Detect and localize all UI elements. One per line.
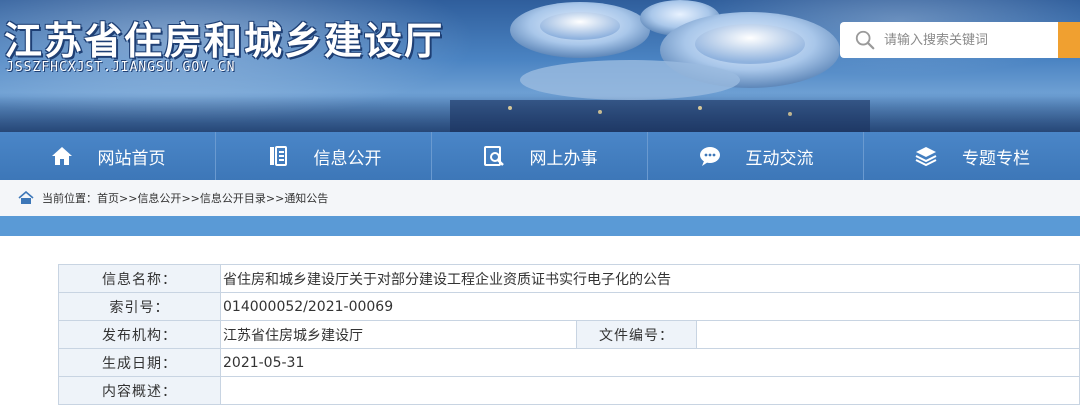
table-row: 生成日期： 2021-05-31 <box>58 348 1080 377</box>
info-table: 信息名称： 省住房和城乡建设厅关于对部分建设工程企业资质证书实行电子化的公告 索… <box>58 264 1080 405</box>
chat-icon <box>699 147 720 166</box>
table-row: 索引号： 014000052/2021-00069 <box>58 292 1080 321</box>
nav-item-info-public[interactable]: 信息公开 <box>216 132 433 180</box>
nav-item-home[interactable]: 网站首页 <box>0 132 217 180</box>
info-name-value: 省住房和城乡建设厅关于对部分建设工程企业资质证书实行电子化的公告 <box>220 264 1080 293</box>
nav-item-label: 网上办事 <box>529 148 598 169</box>
breadcrumb-separator: >> <box>119 191 138 205</box>
breadcrumb: 当前位置： 首页 >> 信息公开 >> 信息公开目录 >> 通知公告 <box>0 180 1080 216</box>
search-document-icon <box>483 146 504 166</box>
table-row: 发布机构： 江苏省住房城乡建设厅 文件编号： <box>58 320 1080 349</box>
info-date-value: 2021-05-31 <box>220 348 1080 377</box>
site-header: 江苏省住房和城乡建设厅 JSSZFHCXJST.JIANGSU.GOV.CN <box>0 0 1080 132</box>
search-icon <box>855 30 875 50</box>
search-input[interactable] <box>884 25 1044 55</box>
info-publisher-value: 江苏省住房城乡建设厅 <box>220 320 577 349</box>
home-icon <box>51 147 72 165</box>
nav-item-label: 信息公开 <box>313 148 382 169</box>
table-row: 内容概述： <box>58 376 1080 405</box>
breadcrumb-separator: >> <box>265 191 285 205</box>
nav-item-label: 网站首页 <box>97 148 166 169</box>
breadcrumb-item-catalog[interactable]: 信息公开目录 <box>200 190 266 206</box>
location-home-icon <box>18 191 34 204</box>
info-index-label: 索引号： <box>58 292 221 321</box>
breadcrumb-prefix: 当前位置： <box>42 192 97 205</box>
header-ground <box>0 96 1080 132</box>
breadcrumb-item-notice[interactable]: 通知公告 <box>284 190 328 206</box>
nav-item-label: 互动交流 <box>745 148 814 169</box>
search-button[interactable] <box>1058 22 1080 58</box>
info-docno-label: 文件编号： <box>576 320 697 349</box>
info-docno-value <box>696 320 1080 349</box>
nav-item-label: 专题专栏 <box>962 148 1031 169</box>
table-row: 信息名称： 省住房和城乡建设厅关于对部分建设工程企业资质证书实行电子化的公告 <box>58 264 1080 293</box>
layers-icon <box>915 147 937 167</box>
breadcrumb-separator: >> <box>181 191 200 205</box>
nav-item-online-service[interactable]: 网上办事 <box>432 132 649 180</box>
info-name-label: 信息名称： <box>58 264 221 293</box>
nav-item-interaction[interactable]: 互动交流 <box>648 132 865 180</box>
breadcrumb-item-info-public[interactable]: 信息公开 <box>137 190 181 206</box>
breadcrumb-item-home[interactable]: 首页 <box>97 190 119 206</box>
search-box <box>840 22 1080 58</box>
info-summary-label: 内容概述： <box>58 376 221 405</box>
info-date-label: 生成日期： <box>58 348 221 377</box>
info-publisher-label: 发布机构： <box>58 320 221 349</box>
nav-item-special-topics[interactable]: 专题专栏 <box>864 132 1080 180</box>
main-nav: 网站首页 信息公开 网上办事 互动交流 专题专栏 <box>0 132 1080 180</box>
site-url: JSSZFHCXJST.JIANGSU.GOV.CN <box>6 60 236 75</box>
site-title: 江苏省住房和城乡建设厅 <box>4 18 445 63</box>
section-divider-bar <box>0 216 1080 236</box>
info-index-value: 014000052/2021-00069 <box>220 292 1080 321</box>
info-summary-value <box>220 376 1080 405</box>
document-icon <box>269 146 287 166</box>
